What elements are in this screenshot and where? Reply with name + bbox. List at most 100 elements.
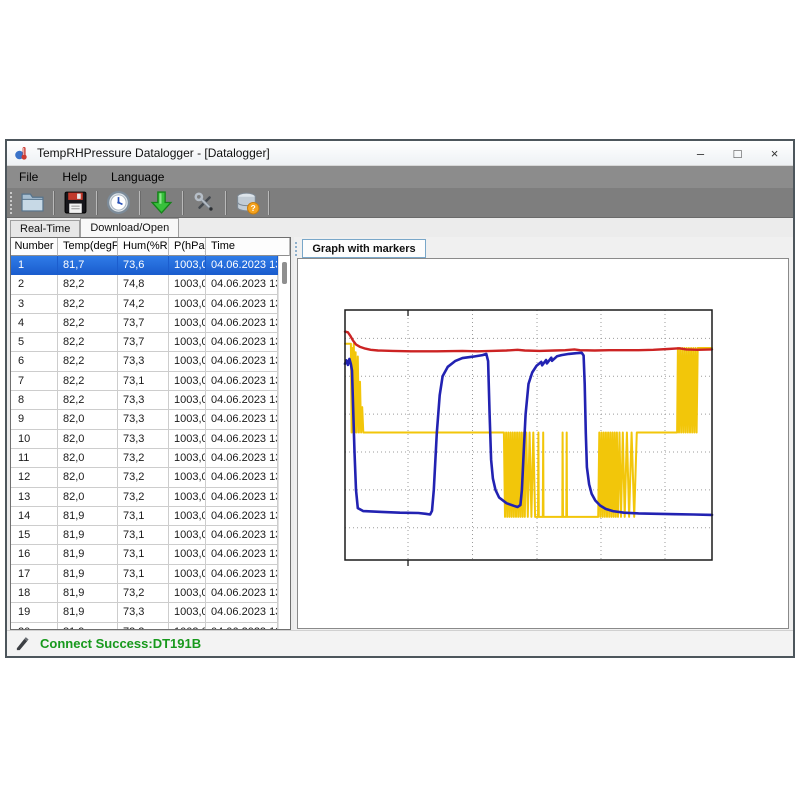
table-cell: 73,1: [118, 565, 169, 584]
table-cell: 81,9: [58, 565, 118, 584]
table-cell: 1003,0: [169, 314, 206, 333]
menu-help[interactable]: Help: [50, 166, 99, 188]
table-cell: 73,7: [118, 333, 169, 352]
table-row[interactable]: 1681,973,11003,004.06.2023 13...: [11, 545, 278, 564]
table-cell: 04.06.2023 13...: [206, 488, 278, 507]
table-cell: 1003,0: [169, 449, 206, 468]
window-title: TempRHPressure Datalogger - [Datalogger]: [37, 146, 270, 160]
menu-file[interactable]: File: [7, 166, 50, 188]
table-row[interactable]: 682,273,31003,004.06.2023 13...: [11, 352, 278, 371]
table-cell: 82,0: [58, 410, 118, 429]
table-cell: 1003,0: [169, 352, 206, 371]
table-cell: 73,3: [118, 430, 169, 449]
table-cell: 1003,0: [169, 410, 206, 429]
table-row[interactable]: 1881,973,21003,004.06.2023 13...: [11, 584, 278, 603]
close-button[interactable]: ×: [756, 141, 793, 165]
table-scrollbar[interactable]: [278, 256, 290, 629]
col-header-time[interactable]: Time: [206, 238, 290, 256]
col-header-hum[interactable]: Hum(%RH): [118, 238, 169, 256]
table-body: 181,773,61003,004.06.2023 13...2 82,2 74,8…: [11, 256, 278, 629]
table-row[interactable]: 582,273,71003,004.06.2023 13...: [11, 333, 278, 352]
table-cell: 11: [11, 449, 58, 468]
table-cell: 3: [11, 295, 58, 314]
open-button[interactable]: [16, 189, 49, 217]
download-arrow-icon: [149, 190, 174, 215]
toolbar-separator: [53, 191, 55, 215]
table-cell: 6: [11, 352, 58, 371]
table-row[interactable]: 1082,073,31003,004.06.2023 13...: [11, 430, 278, 449]
table-cell: 16: [11, 545, 58, 564]
table-cell: 2: [11, 275, 58, 294]
col-header-pressure[interactable]: P(hPa): [169, 238, 206, 256]
table-cell: 04.06.2023 13...: [206, 372, 278, 391]
download-button[interactable]: [145, 189, 178, 217]
table-cell: 04.06.2023 13...: [206, 391, 278, 410]
graph-with-markers-button[interactable]: Graph with markers: [302, 239, 426, 258]
table-cell: 19: [11, 603, 58, 622]
tab-download-open[interactable]: Download/Open: [80, 218, 179, 237]
minimize-button[interactable]: –: [682, 141, 719, 165]
maximize-button[interactable]: □: [719, 141, 756, 165]
col-header-temp[interactable]: Temp(degF): [58, 238, 118, 256]
table-cell: 1003,0: [169, 372, 206, 391]
table-row[interactable]: 2081,973,21003,004.06.2023 13...: [11, 623, 278, 629]
tab-real-time[interactable]: Real-Time: [10, 220, 80, 237]
table-cell: 1003,0: [169, 507, 206, 526]
table-row[interactable]: 1182,073,21003,004.06.2023 13...: [11, 449, 278, 468]
data-table: Number Temp(degF) Hum(%RH) P(hPa) Time 1…: [10, 237, 291, 630]
table-cell: 1003,0: [169, 333, 206, 352]
table-cell: 4: [11, 314, 58, 333]
status-bar: Connect Success:DT191B: [7, 630, 793, 656]
table-cell: 1003,0: [169, 256, 206, 275]
table-row[interactable]: 1981,973,31003,004.06.2023 13...: [11, 603, 278, 622]
window-controls: – □ ×: [682, 141, 793, 165]
table-cell: 73,3: [118, 603, 169, 622]
table-cell: 81,9: [58, 603, 118, 622]
table-row[interactable]: 982,073,31003,004.06.2023 13...: [11, 410, 278, 429]
table-cell: 04.06.2023 13...: [206, 256, 278, 275]
table-header: Number Temp(degF) Hum(%RH) P(hPa) Time: [11, 238, 290, 256]
table-cell: 73,1: [118, 526, 169, 545]
table-cell: 74,8: [118, 275, 169, 294]
table-row[interactable]: 1581,973,11003,004.06.2023 13...: [11, 526, 278, 545]
app-window: TempRHPressure Datalogger - [Datalogger]…: [5, 139, 795, 658]
table-cell: 81,9: [58, 545, 118, 564]
table-cell: 04.06.2023 13...: [206, 275, 278, 294]
table-row[interactable]: 1382,073,21003,004.06.2023 13...: [11, 488, 278, 507]
real-time-button[interactable]: [102, 189, 135, 217]
table-cell: 1003,0: [169, 391, 206, 410]
table-row[interactable]: 1282,073,21003,004.06.2023 13...: [11, 468, 278, 487]
table-row[interactable]: 382,274,21003,004.06.2023 13...: [11, 295, 278, 314]
graph-panel: Graph with markers: [294, 237, 793, 630]
table-row[interactable]: 482,273,71003,004.06.2023 13...: [11, 314, 278, 333]
table-cell: 04.06.2023 13...: [206, 507, 278, 526]
svg-text:?: ?: [251, 203, 256, 213]
menu-language[interactable]: Language: [99, 166, 176, 188]
table-cell: 82,2: [58, 352, 118, 371]
settings-button[interactable]: [188, 189, 221, 217]
table-row[interactable]: 782,273,11003,004.06.2023 13...: [11, 372, 278, 391]
table-cell: 82,2: [58, 391, 118, 410]
database-button[interactable]: ?: [231, 189, 264, 217]
app-icon: [14, 145, 30, 161]
table-cell: 81,9: [58, 526, 118, 545]
table-row[interactable]: 181,773,61003,004.06.2023 13...: [11, 256, 278, 275]
floppy-icon: [63, 190, 88, 215]
save-button[interactable]: [59, 189, 92, 217]
table-cell: 04.06.2023 13...: [206, 410, 278, 429]
table-cell: 04.06.2023 13...: [206, 526, 278, 545]
table-row[interactable]: 1481,973,11003,004.06.2023 13...: [11, 507, 278, 526]
database-icon: ?: [235, 190, 260, 215]
table-cell: 73,2: [118, 449, 169, 468]
toolbar-separator: [96, 191, 98, 215]
table-cell: 73,3: [118, 352, 169, 371]
scrollbar-thumb[interactable]: [282, 262, 287, 284]
col-header-number[interactable]: Number: [11, 238, 58, 256]
table-row[interactable]: 882,273,31003,004.06.2023 13...: [11, 391, 278, 410]
table-row[interactable]: 282,274,81003,004.06.2023 13...: [11, 275, 278, 294]
table-row[interactable]: 1781,973,11003,004.06.2023 13...: [11, 565, 278, 584]
table-cell: 1003,0: [169, 295, 206, 314]
table-cell: 82,0: [58, 468, 118, 487]
pen-icon: [15, 636, 30, 651]
table-cell: 20: [11, 623, 58, 629]
